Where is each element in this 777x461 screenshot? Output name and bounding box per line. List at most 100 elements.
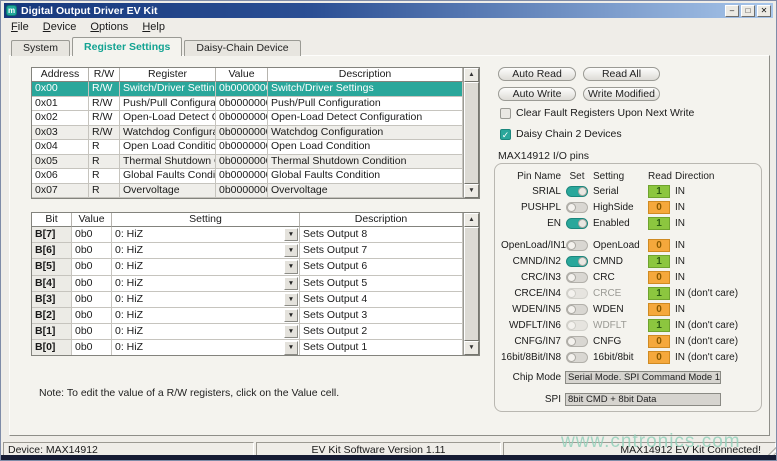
table-row[interactable]: 0x02 R/W Open-Load Detect Confi... 0b000… xyxy=(32,111,463,126)
action-buttons: Auto Read Read All Auto Write Write Modi… xyxy=(498,67,660,101)
close-button[interactable]: ✕ xyxy=(757,5,771,17)
scroll-up-icon[interactable]: ▲ xyxy=(464,68,479,82)
minimize-button[interactable]: – xyxy=(725,5,739,17)
pin-toggle[interactable] xyxy=(566,186,588,197)
io-pins-group: Pin Name Set Setting Read Direction SRIA… xyxy=(494,163,762,412)
read-badge: 0 xyxy=(648,271,670,284)
chip-mode-label: Chip Mode xyxy=(501,372,561,383)
scroll-down-icon[interactable]: ▼ xyxy=(464,184,479,198)
bit-table: Bit Value Setting Description B[7] 0b0 0… xyxy=(31,212,480,356)
pin-toggle xyxy=(566,288,588,299)
dropdown-arrow-icon[interactable]: ▼ xyxy=(284,244,298,257)
chip-mode-row: Chip Mode Serial Mode. SPI Command Mode … xyxy=(501,368,755,387)
value-cell[interactable]: 0b00000000 xyxy=(216,184,268,199)
table-row[interactable]: 0x06 R Global Faults Condition 0b0000000… xyxy=(32,169,463,184)
bit-row: B[4] 0b0 0: HiZ▼ Sets Output 5 xyxy=(32,276,463,292)
pin-row: 16bit/8Bit/IN8 16bit/8bit 0 IN (don't ca… xyxy=(501,349,755,365)
value-cell[interactable]: 0b00000000 xyxy=(216,140,268,155)
table-row[interactable]: 0x03 R/W Watchdog Configuration 0b000000… xyxy=(32,126,463,141)
value-cell[interactable]: 0b00000000 xyxy=(216,97,268,112)
menu-file[interactable]: File xyxy=(4,21,36,33)
dropdown-arrow-icon[interactable]: ▼ xyxy=(284,277,298,290)
register-table-scrollbar[interactable]: ▲ ▼ xyxy=(463,68,479,198)
value-cell[interactable]: 0b00000000 xyxy=(216,82,268,97)
read-badge: 1 xyxy=(648,217,670,230)
auto-read-button[interactable]: Auto Read xyxy=(498,67,576,81)
clear-fault-checkbox[interactable] xyxy=(500,108,511,119)
pin-row: EN Enabled 1 IN xyxy=(501,215,755,231)
menu-bar: File Device Options Help xyxy=(4,19,773,34)
value-cell[interactable]: 0b00000000 xyxy=(216,126,268,141)
table-row[interactable]: 0x00 R/W Switch/Driver Settings 0b000000… xyxy=(32,82,463,97)
daisy-chain-label: Daisy Chain 2 Devices xyxy=(516,128,622,140)
pin-toggle[interactable] xyxy=(566,304,588,315)
scroll-up-icon[interactable]: ▲ xyxy=(464,213,479,227)
value-cell[interactable]: 0b00000000 xyxy=(216,111,268,126)
daisy-chain-checkbox-row: ✓ Daisy Chain 2 Devices xyxy=(500,128,622,140)
table-row[interactable]: 0x04 R Open Load Condition 0b00000000 Op… xyxy=(32,140,463,155)
menu-options[interactable]: Options xyxy=(83,21,135,33)
scroll-thumb[interactable] xyxy=(464,227,479,341)
pin-toggle[interactable] xyxy=(566,256,588,267)
table-row[interactable]: 0x05 R Thermal Shutdown Con... 0b0000000… xyxy=(32,155,463,170)
dropdown-arrow-icon[interactable]: ▼ xyxy=(284,341,298,354)
read-all-button[interactable]: Read All xyxy=(583,67,660,81)
check-icon: ✓ xyxy=(502,130,510,140)
setting-dropdown[interactable]: 0: HiZ▼ xyxy=(112,243,300,259)
read-badge: 0 xyxy=(648,201,670,214)
setting-dropdown[interactable]: 0: HiZ▼ xyxy=(112,324,300,340)
minimize-icon: – xyxy=(730,6,734,15)
read-badge: 0 xyxy=(648,239,670,252)
window-bottom-edge xyxy=(1,455,777,460)
dropdown-arrow-icon[interactable]: ▼ xyxy=(284,260,298,273)
read-badge: 1 xyxy=(648,287,670,300)
scroll-down-icon[interactable]: ▼ xyxy=(464,341,479,355)
setting-dropdown[interactable]: 0: HiZ▼ xyxy=(112,259,300,275)
pin-toggle[interactable] xyxy=(566,218,588,229)
bit-row: B[2] 0b0 0: HiZ▼ Sets Output 3 xyxy=(32,308,463,324)
dropdown-arrow-icon[interactable]: ▼ xyxy=(284,293,298,306)
read-badge: 1 xyxy=(648,319,670,332)
clear-fault-label: Clear Fault Registers Upon Next Write xyxy=(516,107,694,119)
menu-help[interactable]: Help xyxy=(135,21,172,33)
read-badge: 0 xyxy=(648,335,670,348)
pin-row: CRC/IN3 CRC 0 IN xyxy=(501,269,755,285)
pin-row: OpenLoad/IN1 OpenLoad 0 IN xyxy=(501,237,755,253)
pin-row: CRCE/IN4 CRCE 1 IN (don't care) xyxy=(501,285,755,301)
dropdown-arrow-icon[interactable]: ▼ xyxy=(284,309,298,322)
pin-toggle[interactable] xyxy=(566,272,588,283)
tab-daisy-chain-device[interactable]: Daisy-Chain Device xyxy=(184,40,300,56)
maximize-button[interactable]: □ xyxy=(741,5,755,17)
dropdown-arrow-icon[interactable]: ▼ xyxy=(284,228,298,241)
value-cell[interactable]: 0b00000000 xyxy=(216,155,268,170)
scroll-thumb[interactable] xyxy=(464,82,479,184)
spi-field: 8bit CMD + 8bit Data xyxy=(565,393,721,406)
title-bar[interactable]: m Digital Output Driver EV Kit – □ ✕ xyxy=(4,3,773,18)
read-badge: 0 xyxy=(648,303,670,316)
io-pins-title: MAX14912 I/O pins xyxy=(498,150,589,162)
tab-register-settings[interactable]: Register Settings xyxy=(72,37,182,56)
pin-row: CNFG/IN7 CNFG 0 IN (don't care) xyxy=(501,333,755,349)
setting-dropdown[interactable]: 0: HiZ▼ xyxy=(112,308,300,324)
daisy-chain-checkbox[interactable]: ✓ xyxy=(500,129,511,140)
pin-toggle[interactable] xyxy=(566,352,588,363)
tab-system[interactable]: System xyxy=(11,40,70,56)
table-row[interactable]: 0x07 R Overvoltage 0b00000000 Overvoltag… xyxy=(32,184,463,199)
pin-toggle[interactable] xyxy=(566,336,588,347)
value-cell[interactable]: 0b00000000 xyxy=(216,169,268,184)
bit-table-scrollbar[interactable]: ▲ ▼ xyxy=(463,213,479,355)
setting-dropdown[interactable]: 0: HiZ▼ xyxy=(112,276,300,292)
setting-dropdown[interactable]: 0: HiZ▼ xyxy=(112,292,300,308)
table-row[interactable]: 0x01 R/W Push/Pull Configuration 0b00000… xyxy=(32,97,463,112)
write-modified-button[interactable]: Write Modified xyxy=(583,87,660,101)
pin-toggle[interactable] xyxy=(566,202,588,213)
setting-dropdown[interactable]: 0: HiZ▼ xyxy=(112,340,300,355)
bit-row: B[1] 0b0 0: HiZ▼ Sets Output 2 xyxy=(32,324,463,340)
dropdown-arrow-icon[interactable]: ▼ xyxy=(284,325,298,338)
read-badge: 1 xyxy=(648,185,670,198)
setting-dropdown[interactable]: 0: HiZ▼ xyxy=(112,227,300,243)
menu-device[interactable]: Device xyxy=(36,21,84,33)
auto-write-button[interactable]: Auto Write xyxy=(498,87,576,101)
pin-row: SRIAL Serial 1 IN xyxy=(501,183,755,199)
pin-toggle[interactable] xyxy=(566,240,588,251)
